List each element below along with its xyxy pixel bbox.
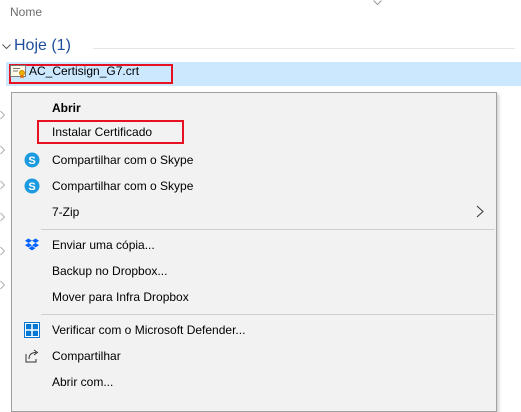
group-header[interactable]: Hoje (1) [0,36,521,58]
truncated-chevron-icon [0,110,6,120]
chevron-down-icon[interactable] [2,42,11,51]
file-name: AC_Certisign_G7.crt [29,64,140,78]
menu-separator [41,229,495,230]
menu-item-compartilhar[interactable]: Compartilhar [12,344,496,368]
svg-text:S: S [28,181,35,193]
sort-chevron-icon [373,0,382,6]
file-row-selected[interactable]: AC_Certisign_G7.crt [6,62,521,86]
context-menu: Abrir Instalar Certificado S Compartilha… [11,92,497,412]
truncated-chevron-icon [0,180,6,190]
menu-item-label: Compartilhar com o Skype [52,153,194,167]
menu-item-7zip[interactable]: 7-Zip [12,200,496,224]
menu-item-label: Compartilhar [52,349,121,363]
chevron-right-icon [476,205,484,218]
menu-item-label: Verificar com o Microsoft Defender... [52,323,246,337]
group-label: Hoje (1) [14,37,71,54]
menu-item-mover-infra-dropbox[interactable]: Mover para Infra Dropbox [12,285,496,309]
menu-item-label: Abrir com... [52,375,114,389]
menu-item-label: Mover para Infra Dropbox [52,290,189,304]
menu-separator [41,314,495,315]
menu-item-abrir[interactable]: Abrir [12,96,496,120]
truncated-chevron-icon [0,280,6,290]
menu-item-abrir-com[interactable]: Abrir com... [12,370,496,394]
certificate-file-icon [10,65,26,79]
menu-item-verificar-defender[interactable]: Verificar com o Microsoft Defender... [12,318,496,342]
truncated-chevron-icon [0,212,6,222]
svg-text:S: S [28,155,35,167]
truncated-chevron-icon [0,145,6,155]
group-divider [93,48,515,49]
menu-item-label: Compartilhar com o Skype [52,179,194,193]
truncated-chevron-icon [0,246,6,256]
column-header-name[interactable]: Nome [10,5,42,19]
menu-item-backup-dropbox[interactable]: Backup no Dropbox... [12,259,496,283]
menu-item-label: Backup no Dropbox... [52,264,168,278]
menu-item-compartilhar-skype-2[interactable]: S Compartilhar com o Skype [12,174,496,198]
menu-item-enviar-copia[interactable]: Enviar uma cópia... [12,233,496,257]
menu-item-label: Enviar uma cópia... [52,238,155,252]
highlight-box [37,120,184,144]
menu-item-label: 7-Zip [52,205,80,219]
menu-item-label: Abrir [52,101,81,115]
dropbox-icon [25,238,39,251]
skype-icon: S [24,178,40,194]
menu-item-compartilhar-skype[interactable]: S Compartilhar com o Skype [12,148,496,172]
defender-icon [24,322,40,338]
skype-icon: S [24,152,40,168]
share-icon [25,349,39,363]
